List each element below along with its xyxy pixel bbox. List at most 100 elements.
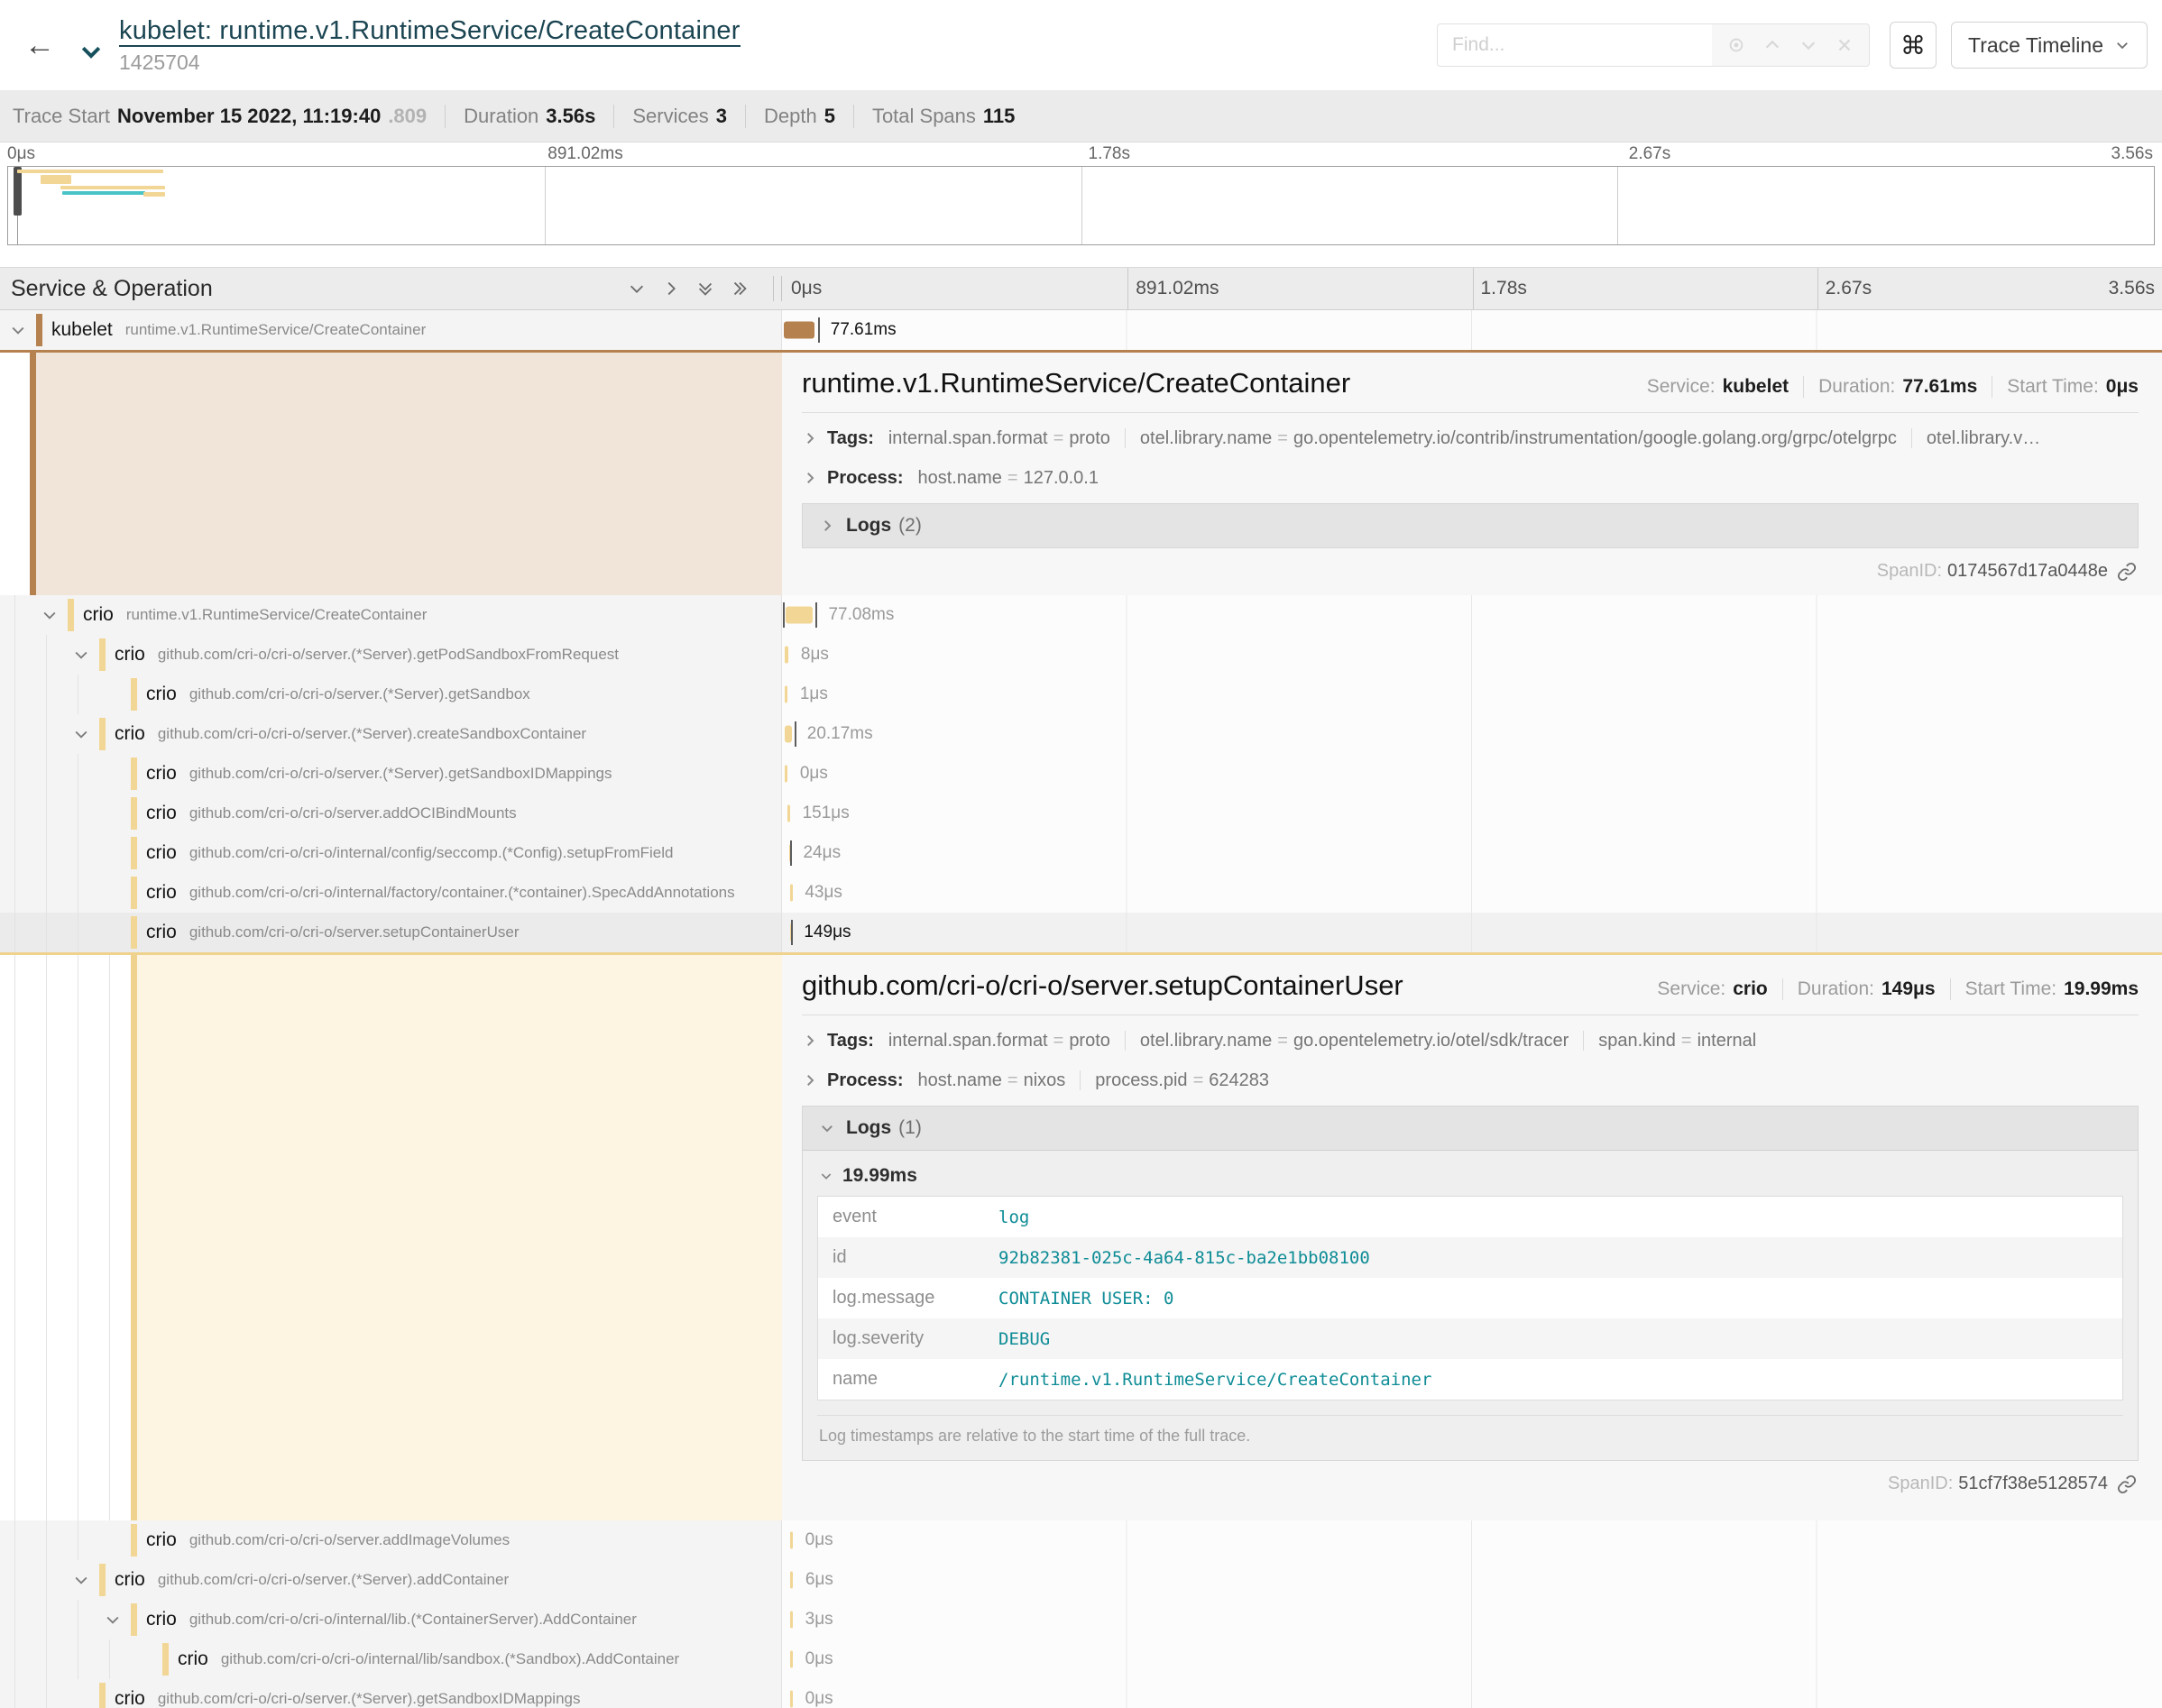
logs-section-collapsed[interactable]: Logs (2)	[802, 503, 2139, 548]
span-row[interactable]: criogithub.com/cri-o/cri-o/server.(*Serv…	[0, 714, 2162, 754]
span-row-name-cell[interactable]: criogithub.com/cri-o/cri-o/server.addIma…	[0, 1520, 782, 1560]
next-result-icon[interactable]	[1799, 35, 1818, 55]
span-bar[interactable]	[785, 686, 787, 703]
chevron-down-icon[interactable]	[72, 725, 90, 743]
span-row[interactable]: criogithub.com/cri-o/cri-o/server.(*Serv…	[0, 1679, 2162, 1708]
timeline-tick: 1.78s	[1473, 268, 1817, 309]
minimap-scrubber-handle[interactable]	[14, 167, 22, 216]
span-row[interactable]: criogithub.com/cri-o/cri-o/server.addIma…	[0, 1520, 2162, 1560]
span-row-timeline-cell[interactable]: 151μs	[782, 794, 2162, 833]
span-bar[interactable]	[790, 1651, 793, 1668]
span-bar[interactable]	[790, 1691, 793, 1708]
span-row-name-cell[interactable]: criogithub.com/cri-o/cri-o/server.(*Serv…	[0, 754, 782, 794]
copy-link-icon[interactable]	[2117, 562, 2137, 582]
span-row-timeline-cell[interactable]: 0μs	[782, 754, 2162, 794]
collapse-trace-chevron-icon[interactable]	[78, 38, 105, 65]
tags-row[interactable]: Tags: internal.span.format=protootel.lib…	[802, 1021, 2139, 1061]
start-time-value: 0μs	[2106, 376, 2139, 398]
span-row-timeline-cell[interactable]: 20.17ms	[782, 714, 2162, 754]
span-row-timeline-cell[interactable]: 24μs	[782, 833, 2162, 873]
back-button[interactable]: ←	[18, 23, 61, 67]
locate-icon[interactable]	[1726, 35, 1746, 55]
span-row-timeline-cell[interactable]: 0μs	[782, 1679, 2162, 1708]
chevron-down-icon	[819, 1120, 835, 1136]
span-bar[interactable]	[785, 726, 792, 743]
chevron-down-icon[interactable]	[104, 1611, 122, 1629]
column-resizer[interactable]	[773, 276, 782, 301]
span-row-name-cell[interactable]: criogithub.com/cri-o/cri-o/server.setupC…	[0, 913, 782, 952]
span-bar[interactable]	[786, 607, 814, 624]
chevron-down-icon[interactable]	[72, 646, 90, 664]
span-row-timeline-cell[interactable]: 77.08ms	[782, 595, 2162, 635]
span-row-name-cell[interactable]: criogithub.com/cri-o/cri-o/server.(*Serv…	[0, 1560, 782, 1600]
span-row-timeline-cell[interactable]: 0μs	[782, 1520, 2162, 1560]
span-bar[interactable]	[785, 766, 787, 783]
trace-view-selector[interactable]: Trace Timeline	[1951, 22, 2148, 69]
log-entry-toggle[interactable]: 19.99ms	[817, 1156, 2123, 1196]
tags-row[interactable]: Tags: internal.span.format=protootel.lib…	[802, 418, 2139, 458]
span-row[interactable]: criogithub.com/cri-o/cri-o/internal/lib.…	[0, 1600, 2162, 1639]
copy-link-icon[interactable]	[2117, 1474, 2137, 1494]
span-row-timeline-cell[interactable]: 3μs	[782, 1600, 2162, 1639]
span-row[interactable]: criogithub.com/cri-o/cri-o/server.(*Serv…	[0, 754, 2162, 794]
span-row-name-cell[interactable]: criogithub.com/cri-o/cri-o/server.(*Serv…	[0, 714, 782, 754]
operation-name: github.com/cri-o/cri-o/server.addImageVo…	[189, 1531, 510, 1549]
process-row[interactable]: Process: host.name=nixosprocess.pid=6242…	[802, 1061, 2139, 1100]
span-bar[interactable]	[790, 1572, 793, 1589]
span-row-name-cell[interactable]: criogithub.com/cri-o/cri-o/server.(*Serv…	[0, 675, 782, 714]
span-row-name-cell[interactable]: criogithub.com/cri-o/cri-o/server.addOCI…	[0, 794, 782, 833]
span-row[interactable]: criogithub.com/cri-o/cri-o/server.addOCI…	[0, 794, 2162, 833]
expand-one-icon[interactable]	[661, 279, 681, 298]
span-row[interactable]: criogithub.com/cri-o/cri-o/server.(*Serv…	[0, 635, 2162, 675]
span-row-timeline-cell[interactable]: 149μs	[782, 913, 2162, 952]
collapse-one-icon[interactable]	[627, 279, 647, 298]
minimap-tick-label: 1.78s	[1089, 144, 1130, 164]
span-row-name-cell[interactable]: crioruntime.v1.RuntimeService/CreateCont…	[0, 595, 782, 635]
prev-result-icon[interactable]	[1762, 35, 1782, 55]
span-bar[interactable]	[787, 805, 790, 822]
chevron-down-icon[interactable]	[9, 321, 27, 339]
expand-all-icon[interactable]	[730, 279, 750, 298]
collapse-all-icon[interactable]	[695, 279, 715, 298]
span-row[interactable]: criogithub.com/cri-o/cri-o/internal/fact…	[0, 873, 2162, 913]
span-row-name-cell[interactable]: kubeletruntime.v1.RuntimeService/CreateC…	[0, 310, 782, 350]
span-bar[interactable]	[784, 322, 814, 339]
trace-title-link[interactable]: kubelet: runtime.v1.RuntimeService/Creat…	[119, 16, 741, 47]
kv-value: go.opentelemetry.io/otel/sdk/tracer	[1293, 1031, 1569, 1051]
find-input[interactable]	[1437, 23, 1712, 67]
chevron-down-icon[interactable]	[41, 606, 59, 624]
keyboard-shortcuts-button[interactable]: ⌘	[1890, 22, 1937, 69]
span-row-timeline-cell[interactable]: 43μs	[782, 873, 2162, 913]
chevron-down-icon[interactable]	[72, 1571, 90, 1589]
summary-value: 115	[983, 105, 1016, 128]
span-row-timeline-cell[interactable]: 77.61ms	[782, 310, 2162, 350]
span-row[interactable]: criogithub.com/cri-o/cri-o/server.(*Serv…	[0, 1560, 2162, 1600]
span-bar[interactable]	[785, 647, 788, 664]
span-bar[interactable]	[790, 885, 793, 902]
minimap-tick-labels: 0μs891.02ms1.78s2.67s3.56s	[0, 142, 2162, 166]
process-row[interactable]: Process: host.name=127.0.0.1	[802, 458, 2139, 498]
span-row-name-cell[interactable]: criogithub.com/cri-o/cri-o/internal/lib/…	[0, 1639, 782, 1679]
span-row[interactable]: kubeletruntime.v1.RuntimeService/CreateC…	[0, 310, 2162, 350]
span-bar[interactable]	[790, 1612, 793, 1629]
logs-section-expanded[interactable]: Logs (1)	[802, 1106, 2139, 1151]
span-row-name-cell[interactable]: criogithub.com/cri-o/cri-o/internal/conf…	[0, 833, 782, 873]
operation-name: github.com/cri-o/cri-o/internal/config/s…	[189, 844, 674, 862]
span-row-timeline-cell[interactable]: 1μs	[782, 675, 2162, 714]
span-row-timeline-cell[interactable]: 8μs	[782, 635, 2162, 675]
span-row-name-cell[interactable]: criogithub.com/cri-o/cri-o/internal/lib.…	[0, 1600, 782, 1639]
span-row-name-cell[interactable]: criogithub.com/cri-o/cri-o/internal/fact…	[0, 873, 782, 913]
service-color-bar	[99, 718, 106, 750]
span-row[interactable]: crioruntime.v1.RuntimeService/CreateCont…	[0, 595, 2162, 635]
span-bar[interactable]	[790, 1532, 793, 1549]
span-row-timeline-cell[interactable]: 0μs	[782, 1639, 2162, 1679]
span-row-timeline-cell[interactable]: 6μs	[782, 1560, 2162, 1600]
span-row-name-cell[interactable]: criogithub.com/cri-o/cri-o/server.(*Serv…	[0, 635, 782, 675]
span-row[interactable]: criogithub.com/cri-o/cri-o/server.setupC…	[0, 913, 2162, 952]
span-row[interactable]: criogithub.com/cri-o/cri-o/internal/conf…	[0, 833, 2162, 873]
span-row-name-cell[interactable]: criogithub.com/cri-o/cri-o/server.(*Serv…	[0, 1679, 782, 1708]
span-row[interactable]: criogithub.com/cri-o/cri-o/internal/lib/…	[0, 1639, 2162, 1679]
minimap-canvas[interactable]	[7, 166, 2155, 245]
clear-find-icon[interactable]	[1835, 35, 1854, 55]
span-row[interactable]: criogithub.com/cri-o/cri-o/server.(*Serv…	[0, 675, 2162, 714]
